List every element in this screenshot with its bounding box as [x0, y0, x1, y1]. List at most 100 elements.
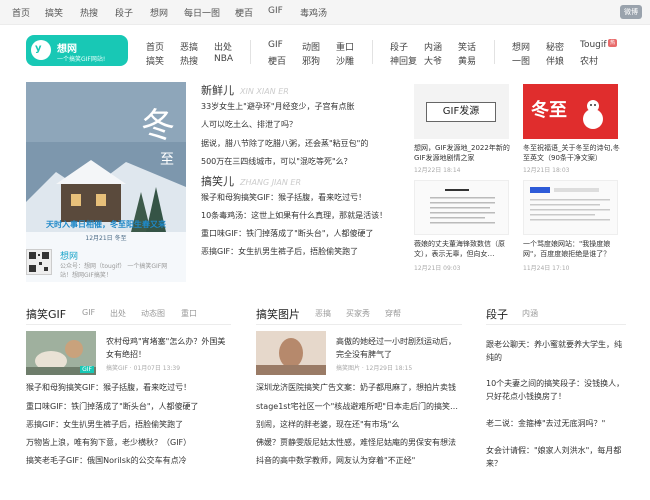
feature-caption-line2: 站！想网GIF搞笑！	[60, 272, 112, 279]
card-date: 12月21日 18:03	[523, 167, 570, 174]
gif-top-title[interactable]: 农村母鸡"宵堵塞"怎么办？外国美女有绝招！	[106, 335, 231, 361]
gaoxiao-item[interactable]: 猴子和母狗搞笑GIF：猴子括腹，看来吃过亏！	[201, 192, 366, 203]
fresh-title: 新鲜儿 XIN XIAN ER	[201, 84, 289, 97]
nav-source[interactable]: 出处	[214, 40, 232, 53]
joke-section-divider	[486, 324, 626, 325]
gif-item[interactable]: 搞笑老毛子GIF：俄国Norilsk的公交车有点冷	[26, 455, 187, 466]
pic-item[interactable]: 佛媛？贾静雯版尼姑太性感，难怪尼姑庵的男保安有想法	[256, 437, 456, 448]
top-link-poison[interactable]: 毒鸡汤	[300, 6, 327, 19]
nav-neihan[interactable]: 内涵	[424, 40, 442, 53]
joke-item[interactable]: 跟老公聊天：养小蜜就要养大学生，纯纯的	[486, 338, 626, 364]
feature-caption-line1: 公众号：想网（tougif） 一个搞笑GIF网	[60, 263, 168, 270]
gif-item[interactable]: 万物皆上浪，唯有狗下意，老少横秋？（GIF）	[26, 437, 191, 448]
fresh-item[interactable]: 据说，腊八节除了吃腊八粥，还会蒸"粘豆包"的	[201, 138, 368, 149]
nav-village[interactable]: 农村	[580, 54, 598, 67]
card-title[interactable]: 想网，GIF发源地_2022年新的GIF发源地剧情之家	[414, 143, 514, 163]
card-date: 12月22日 18:14	[414, 167, 461, 174]
joke-section-title[interactable]: 段子	[486, 306, 508, 322]
nav-prank[interactable]: 恶搞	[180, 40, 198, 53]
nav-tougif[interactable]: Tougif	[580, 40, 607, 50]
pic-section-title[interactable]: 搞笑图片	[256, 306, 300, 322]
nav-nba[interactable]: NBA	[214, 54, 233, 64]
gif-item[interactable]: 重口味GIF：铁门掉落成了"断头台"，人都傻硬了	[26, 401, 199, 412]
nav-divider	[372, 40, 373, 64]
gif-section-divider	[26, 324, 231, 325]
nav-hot[interactable]: 热搜	[180, 54, 198, 67]
svg-text:冬: 冬	[141, 106, 175, 146]
card-title[interactable]: 冬至祝福语_关于冬至的诗句,冬至英文（90条干净文案）	[523, 143, 623, 163]
top-link-daily[interactable]: 每日一图	[184, 6, 220, 19]
gaoxiao-item[interactable]: 恶搞GIF：女生扒男生裤子后，捂脸偷笑跑了	[201, 246, 358, 257]
logo-slogan: 一个搞笑GIF网站!	[57, 56, 106, 63]
pic-item[interactable]: 别闹，这样的胖老婆，现在还"有市场"么	[256, 419, 399, 430]
card-thumb-document[interactable]	[414, 180, 509, 235]
logo-mark-icon: y	[31, 40, 51, 60]
gif-section-title[interactable]: 搞笑GIF	[26, 306, 66, 322]
top-bar: 首页 搞笑 热搜 段子 想网 每日一图 梗百 GIF 毒鸡汤 微博	[0, 0, 650, 25]
joke-tab[interactable]: 内涵	[522, 308, 538, 319]
nav-heavy[interactable]: 重口	[336, 40, 354, 53]
top-link-home[interactable]: 首页	[12, 6, 30, 19]
card-title[interactable]: 薇娘的丈夫董海锋致数信（原文），表示无辜，但向女…	[414, 239, 514, 259]
top-link-gengbai[interactable]: 梗百	[235, 6, 253, 19]
nav-divider	[494, 40, 495, 64]
hot-badge: 热	[608, 39, 617, 47]
top-link-jokes[interactable]: 段子	[115, 6, 133, 19]
nav-secret[interactable]: 秘密	[546, 40, 564, 53]
nav-divider	[250, 40, 251, 64]
top-link-hot[interactable]: 热搜	[80, 6, 98, 19]
gif-tab[interactable]: GIF	[82, 308, 95, 317]
gaoxiao-title: 搞笑儿 ZHANG JIAN ER	[201, 175, 302, 188]
pic-item[interactable]: stage1st宅社区一个"核战避难所吧"日本走后门的搞笑…	[256, 401, 458, 412]
top-link-gif[interactable]: GIF	[268, 6, 283, 16]
pic-item[interactable]: 抖音的高中数学教师，网友认为穿着"不正经"	[256, 455, 415, 466]
gif-top-thumb[interactable]: GIF	[26, 331, 96, 375]
nav-jokes[interactable]: 段子	[390, 40, 408, 53]
gif-tab[interactable]: 重口	[181, 308, 197, 319]
nav-gengbai[interactable]: 梗百	[268, 54, 286, 67]
pic-tab[interactable]: 买家秀	[346, 308, 370, 319]
gaoxiao-item[interactable]: 10条毒鸡汤：这世上如果有什么真理，那就是活该！	[201, 210, 387, 221]
nav-huangyi[interactable]: 黄易	[458, 54, 476, 67]
pic-section-divider	[256, 324, 462, 325]
nav-bridesmaid[interactable]: 伴娘	[546, 54, 564, 67]
joke-item[interactable]: 老二说：金箍棒"去过无底洞吗？"	[486, 417, 626, 430]
gaoxiao-item[interactable]: 重口味GIF：铁门掉落成了"断头台"，人都傻硬了	[201, 228, 374, 239]
nav-xiangwang[interactable]: 想网	[512, 40, 530, 53]
pic-top-thumb[interactable]	[256, 331, 326, 375]
nav-xiegou[interactable]: 邪狗	[302, 54, 320, 67]
gif-badge: GIF	[80, 366, 94, 373]
card-date: 11月24日 17:10	[523, 265, 570, 272]
fresh-item[interactable]: 500万在三四线城市，可以"混吃等死"么？	[201, 156, 352, 167]
qr-code-icon	[26, 249, 52, 275]
nav-home[interactable]: 首页	[146, 40, 164, 53]
weibo-button[interactable]: 微博	[620, 5, 642, 19]
top-link-xiangwang[interactable]: 想网	[150, 6, 168, 19]
pic-top-title[interactable]: 高傲的她经过一小时剧烈运动后，完全没有脾气了	[336, 335, 461, 361]
nav-funny[interactable]: 搞笑	[146, 54, 164, 67]
nav-shadiao[interactable]: 沙雕	[336, 54, 354, 67]
fresh-item[interactable]: 33岁女生上"避孕环"月经变少，子宫有点胀	[201, 101, 355, 112]
nav-xiaohua[interactable]: 笑话	[458, 40, 476, 53]
gif-tab[interactable]: 动态图	[141, 308, 165, 319]
pic-tab[interactable]: 穿帮	[385, 308, 401, 319]
card-thumb-gif[interactable]: GIF发源	[414, 84, 509, 139]
nav-reply[interactable]: 神回复	[390, 54, 417, 67]
joke-item[interactable]: 10个夫妻之间的搞笑段子：没钱换人，只好花点小钱换房了！	[486, 377, 626, 403]
card-thumb-winter[interactable]: 冬至	[523, 84, 618, 139]
nav-yitu[interactable]: 一图	[512, 54, 530, 67]
nav-animated[interactable]: 动图	[302, 40, 320, 53]
card-thumb-search[interactable]	[523, 180, 618, 235]
pic-item[interactable]: 深圳龙济医院搞笑广告文案：奶子都甩麻了，想拍片卖钱	[256, 382, 456, 393]
card-title[interactable]: 一个骂度娘网站："我操度娘网"，百度度娘拒绝是谁了？	[523, 239, 623, 259]
pic-tab[interactable]: 恶搞	[315, 308, 331, 319]
joke-item[interactable]: 女会计请假："娘家人刘洪水"，每月都来？	[486, 444, 626, 470]
gif-item[interactable]: 恶搞GIF：女生扒男生裤子后，捂脸偷笑跑了	[26, 419, 183, 430]
gif-item[interactable]: 猴子和母狗搞笑GIF：猴子括腹，看来吃过亏！	[26, 382, 191, 393]
gif-tab[interactable]: 出处	[110, 308, 126, 319]
nav-gif[interactable]: GIF	[268, 40, 283, 50]
nav-daye[interactable]: 大爷	[424, 54, 442, 67]
site-logo[interactable]: y 想网 一个搞笑GIF网站!	[26, 35, 128, 66]
top-link-funny[interactable]: 搞笑	[45, 6, 63, 19]
fresh-item[interactable]: 人可以吃土么、排泄了吗？	[201, 119, 297, 130]
